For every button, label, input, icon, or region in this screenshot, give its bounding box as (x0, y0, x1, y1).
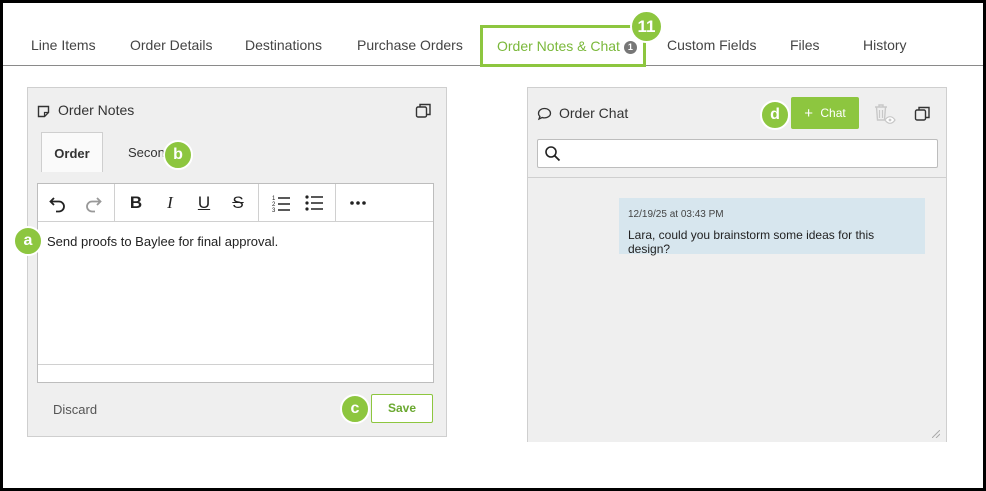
numbered-list-icon[interactable]: 1 2 3 (271, 193, 291, 213)
chat-bubble-icon (537, 107, 552, 121)
tab-destinations[interactable]: Destinations (245, 37, 322, 53)
plus-icon: + (804, 105, 814, 122)
callout-11: 11 (630, 10, 663, 43)
resize-handle-icon[interactable] (932, 430, 940, 438)
trash-hidden-icon[interactable] (872, 103, 896, 125)
add-chat-button[interactable]: + Chat (791, 97, 859, 129)
tab-line-items[interactable]: Line Items (31, 37, 96, 53)
editor-toolbar: B I U S 1 2 3 (38, 184, 433, 222)
tab-order-details[interactable]: Order Details (130, 37, 212, 53)
tab-history[interactable]: History (863, 37, 907, 53)
notes-tabbar: Order Second (39, 132, 447, 172)
tab-badge: 1 (623, 41, 637, 54)
popout-icon[interactable] (415, 102, 432, 119)
undo-icon[interactable] (48, 193, 68, 213)
redo-icon[interactable] (83, 193, 103, 213)
editor-statusbar (38, 364, 433, 382)
discard-button[interactable]: Discard (53, 402, 97, 417)
notes-editor[interactable]: B I U S 1 2 3 Send proofs to Baylee for … (37, 183, 434, 383)
tab-purchase-orders[interactable]: Purchase Orders (357, 37, 463, 53)
list-group: 1 2 3 (259, 184, 336, 222)
format-group: B I U S (115, 184, 259, 222)
more-icon[interactable] (348, 193, 368, 213)
tab-order-notes-chat[interactable]: Order Notes & Chat 1 (480, 25, 646, 67)
order-notes-panel: Order Notes Order Second b B I U S 1 2 3… (27, 87, 447, 437)
callout-a: a (13, 226, 43, 256)
notes-tab-order[interactable]: Order (41, 132, 103, 172)
order-chat-panel: Order Chat + Chat d 12/19/25 at 03:43 PM… (527, 87, 947, 442)
history-group (38, 184, 115, 222)
save-button[interactable]: Save (371, 394, 433, 423)
note-icon (37, 105, 50, 118)
underline-icon[interactable]: U (194, 193, 214, 213)
tab-custom-fields[interactable]: Custom Fields (667, 37, 756, 53)
chat-message: 12/19/25 at 03:43 PM Lara, could you bra… (619, 198, 925, 256)
message-timestamp: 12/19/25 at 03:43 PM (628, 209, 724, 220)
chat-messages: 12/19/25 at 03:43 PM Lara, could you bra… (528, 177, 946, 442)
tab-bar: Line Items Order Details Destinations Pu… (3, 3, 983, 67)
callout-b: b (163, 140, 193, 170)
order-chat-title: Order Chat (559, 105, 629, 121)
popout-icon[interactable] (914, 105, 931, 122)
callout-d: d (760, 100, 790, 130)
bold-icon[interactable]: B (126, 193, 146, 213)
tab-order-notes-chat-label: Order Notes & Chat (497, 38, 620, 54)
chat-search-input[interactable] (537, 139, 938, 168)
order-notes-title: Order Notes (58, 102, 135, 118)
tab-files[interactable]: Files (790, 37, 820, 53)
add-chat-label: Chat (820, 106, 846, 120)
svg-text:3: 3 (272, 208, 276, 213)
message-text: Lara, could you brainstorm some ideas fo… (628, 228, 875, 256)
search-icon (545, 146, 561, 162)
callout-c: c (340, 394, 370, 424)
bullet-list-icon[interactable] (304, 193, 324, 213)
strikethrough-icon[interactable]: S (228, 193, 248, 213)
italic-icon[interactable]: I (160, 193, 180, 213)
note-content[interactable]: Send proofs to Baylee for final approval… (47, 234, 278, 249)
